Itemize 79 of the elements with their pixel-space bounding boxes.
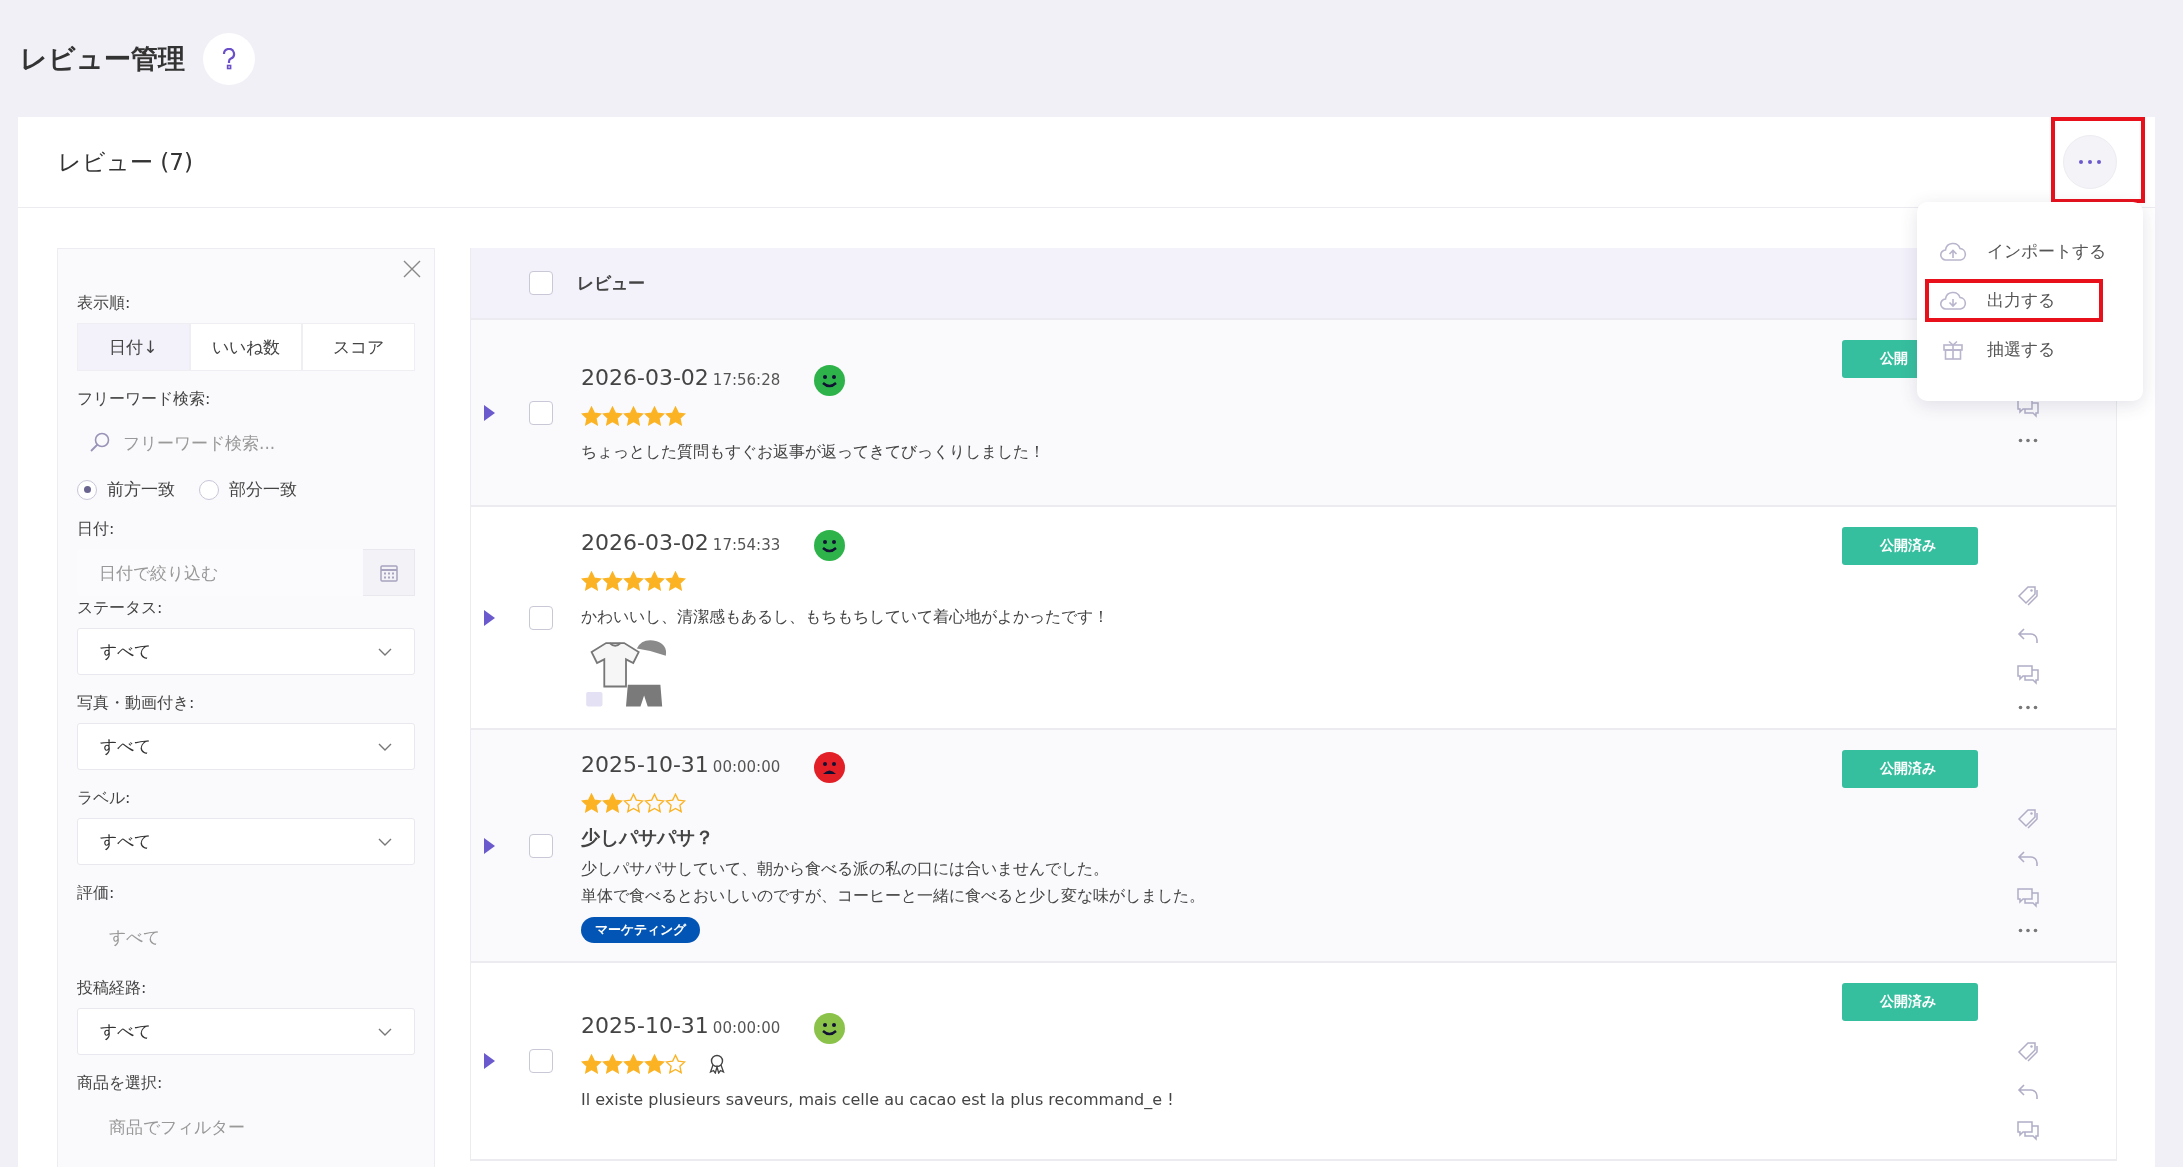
expand-icon[interactable] <box>484 609 495 626</box>
calendar-button[interactable] <box>363 549 415 596</box>
chat-icon[interactable] <box>2017 398 2039 418</box>
review-date: 2026-03-02 <box>581 364 709 390</box>
checkbox[interactable] <box>529 400 553 425</box>
chat-icon[interactable] <box>2017 665 2039 685</box>
more-icon[interactable] <box>2018 705 2038 710</box>
label-tag: マーケティング <box>581 917 700 943</box>
expand-icon[interactable] <box>484 1053 495 1069</box>
more-icon <box>2078 159 2102 165</box>
input-field[interactable]: すべて <box>77 913 415 960</box>
sort-tab[interactable]: 日付↓ <box>77 323 190 371</box>
review-time: 00:00:00 <box>712 758 781 776</box>
field-label: フリーワード検索: <box>77 389 212 410</box>
tag-icon[interactable] <box>2017 1041 2039 1063</box>
reply-icon[interactable] <box>2017 850 2039 868</box>
menu-item[interactable]: 出力する <box>1925 279 2103 322</box>
tag-icon[interactable] <box>2017 808 2039 830</box>
review-date: 2025-10-31 <box>581 1013 709 1038</box>
search-icon <box>89 431 111 453</box>
question-icon <box>221 47 237 70</box>
select-field[interactable]: すべて <box>77 1008 415 1055</box>
more-button[interactable] <box>2063 135 2117 189</box>
more-icon[interactable] <box>2018 928 2038 933</box>
select-field[interactable]: すべて <box>77 723 415 770</box>
review-time: 17:54:33 <box>712 535 781 554</box>
expand-icon[interactable] <box>484 837 495 854</box>
more-icon[interactable] <box>2018 438 2038 443</box>
review-time: 17:56:28 <box>712 370 781 389</box>
review-text: 少しパサパサしていて、朝から食べる派の私の口には合いませんでした。 <box>581 858 1109 880</box>
page-title: レビュー管理 <box>20 41 185 76</box>
radio-option[interactable]: 前方一致 <box>77 478 175 501</box>
checkbox[interactable] <box>529 271 553 295</box>
cloud-download-icon <box>1939 289 1967 312</box>
select-field[interactable]: すべて <box>77 628 415 675</box>
field-label: ステータス: <box>77 598 164 619</box>
calendar-icon <box>378 562 399 583</box>
review-title: 少しパサパサ？ <box>581 825 714 850</box>
tag-icon[interactable] <box>2017 585 2039 607</box>
reply-icon[interactable] <box>2017 1083 2039 1101</box>
review-date: 2026-03-02 <box>581 529 709 555</box>
status-badge: 公開済み <box>1842 750 1978 788</box>
field-label: ラベル: <box>77 788 132 809</box>
search-field[interactable]: フリーワード検索... <box>77 419 415 466</box>
radio-option[interactable]: 部分一致 <box>199 478 297 501</box>
menu-item[interactable]: インポートする <box>1925 230 2135 273</box>
sort-tab[interactable]: スコア <box>302 323 415 371</box>
review-text: かわいいし、清潔感もあるし、もちもちしていて着心地がよかったです！ <box>581 605 1109 628</box>
checkbox[interactable] <box>529 833 553 858</box>
chevron-down-icon <box>378 647 392 656</box>
close-icon[interactable] <box>402 259 422 279</box>
select-field[interactable]: すべて <box>77 818 415 865</box>
reply-icon[interactable] <box>2017 627 2039 645</box>
card-title: レビュー (7) <box>58 147 193 177</box>
expand-icon[interactable] <box>484 404 495 421</box>
status-badge: 公開済み <box>1842 983 1978 1021</box>
review-text: Il existe plusieurs saveurs, mais celle au cacao est la plus recommand_e ! <box>581 1089 1174 1111</box>
input-field[interactable]: 商品でフィルター <box>77 1103 415 1150</box>
cloud-upload-icon <box>1939 240 1967 263</box>
field-label: 評価: <box>77 883 116 904</box>
field-label: 商品を選択: <box>77 1073 164 1094</box>
chevron-down-icon <box>378 1027 392 1036</box>
chat-icon[interactable] <box>2017 888 2039 908</box>
field-label: 日付: <box>77 519 116 540</box>
chevron-down-icon <box>378 837 392 846</box>
field-label: 投稿経路: <box>77 978 148 999</box>
column-header: レビュー <box>577 271 645 295</box>
chevron-down-icon <box>378 742 392 751</box>
field-label: 写真・動画付き: <box>77 693 196 714</box>
field-label: 表示順: <box>77 293 132 314</box>
review-text: ちょっとした質問もすぐお返事が返ってきてびっくりしました！ <box>581 440 1045 463</box>
checkbox[interactable] <box>529 605 553 630</box>
checkbox[interactable] <box>529 1049 553 1073</box>
chat-icon[interactable] <box>2017 1121 2039 1141</box>
review-text: 単体で食べるとおいしいのですが、コーヒーと一緒に食べると少し変な味がしました。 <box>581 885 1205 907</box>
review-time: 00:00:00 <box>712 1019 781 1037</box>
status-badge: 公開済み <box>1842 527 1978 565</box>
sort-tab[interactable]: いいね数 <box>189 323 303 371</box>
review-date: 2025-10-31 <box>581 752 709 777</box>
